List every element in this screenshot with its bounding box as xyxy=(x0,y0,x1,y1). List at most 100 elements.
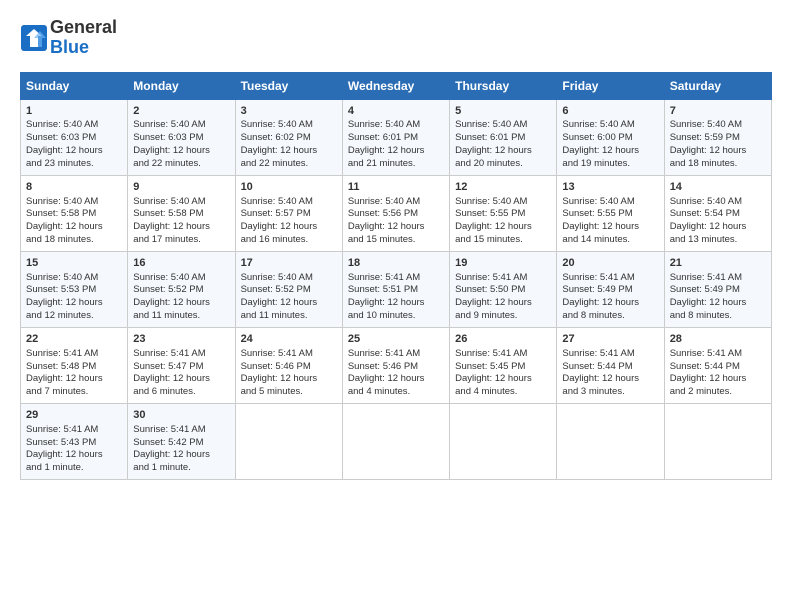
day-info-line: Sunset: 5:53 PM xyxy=(26,284,122,297)
logo: General Blue xyxy=(20,18,117,58)
day-info-line: Sunrise: 5:40 AM xyxy=(241,119,337,132)
day-number: 13 xyxy=(562,180,658,195)
col-header-friday: Friday xyxy=(557,72,664,99)
calendar-cell xyxy=(664,403,771,479)
calendar-cell: 7Sunrise: 5:40 AMSunset: 5:59 PMDaylight… xyxy=(664,99,771,175)
day-info-line: Sunset: 5:56 PM xyxy=(348,208,444,221)
day-info-line: Sunrise: 5:41 AM xyxy=(455,272,551,285)
day-number: 11 xyxy=(348,180,444,195)
day-info-line: and 11 minutes. xyxy=(241,310,337,323)
calendar-cell: 1Sunrise: 5:40 AMSunset: 6:03 PMDaylight… xyxy=(21,99,128,175)
day-info-line: Sunset: 5:43 PM xyxy=(26,437,122,450)
day-info-line: and 19 minutes. xyxy=(562,158,658,171)
day-info-line: Sunset: 6:01 PM xyxy=(455,132,551,145)
day-info-line: Sunrise: 5:41 AM xyxy=(670,272,766,285)
calendar-cell: 3Sunrise: 5:40 AMSunset: 6:02 PMDaylight… xyxy=(235,99,342,175)
day-info-line: and 9 minutes. xyxy=(455,310,551,323)
calendar-cell: 9Sunrise: 5:40 AMSunset: 5:58 PMDaylight… xyxy=(128,175,235,251)
day-info-line: Daylight: 12 hours xyxy=(26,297,122,310)
day-info-line: Sunrise: 5:41 AM xyxy=(133,424,229,437)
day-number: 5 xyxy=(455,104,551,119)
calendar-cell: 21Sunrise: 5:41 AMSunset: 5:49 PMDayligh… xyxy=(664,251,771,327)
day-number: 18 xyxy=(348,256,444,271)
day-info-line: Daylight: 12 hours xyxy=(241,297,337,310)
day-info-line: Sunset: 6:01 PM xyxy=(348,132,444,145)
day-info-line: Daylight: 12 hours xyxy=(455,221,551,234)
day-info-line: Daylight: 12 hours xyxy=(455,145,551,158)
calendar-cell: 4Sunrise: 5:40 AMSunset: 6:01 PMDaylight… xyxy=(342,99,449,175)
day-number: 14 xyxy=(670,180,766,195)
day-info-line: Sunrise: 5:40 AM xyxy=(26,272,122,285)
day-info-line: Sunset: 5:58 PM xyxy=(133,208,229,221)
day-info-line: Sunset: 5:55 PM xyxy=(562,208,658,221)
day-info-line: and 11 minutes. xyxy=(133,310,229,323)
day-info-line: Sunset: 5:44 PM xyxy=(562,361,658,374)
day-info-line: Sunrise: 5:41 AM xyxy=(348,272,444,285)
day-info-line: Daylight: 12 hours xyxy=(348,297,444,310)
day-number: 2 xyxy=(133,104,229,119)
day-number: 21 xyxy=(670,256,766,271)
logo-line2: Blue xyxy=(50,37,89,57)
calendar-cell: 6Sunrise: 5:40 AMSunset: 6:00 PMDaylight… xyxy=(557,99,664,175)
day-number: 26 xyxy=(455,332,551,347)
day-info-line: Sunset: 5:42 PM xyxy=(133,437,229,450)
day-info-line: and 21 minutes. xyxy=(348,158,444,171)
day-info-line: Sunset: 5:49 PM xyxy=(562,284,658,297)
day-info-line: Daylight: 12 hours xyxy=(241,221,337,234)
day-info-line: Sunrise: 5:41 AM xyxy=(26,348,122,361)
calendar-cell: 8Sunrise: 5:40 AMSunset: 5:58 PMDaylight… xyxy=(21,175,128,251)
day-info-line: Sunrise: 5:41 AM xyxy=(562,348,658,361)
day-info-line: and 1 minute. xyxy=(133,462,229,475)
day-info-line: and 3 minutes. xyxy=(562,386,658,399)
day-info-line: Daylight: 12 hours xyxy=(26,449,122,462)
day-info-line: Sunset: 5:55 PM xyxy=(455,208,551,221)
logo-icon xyxy=(20,24,48,52)
day-number: 17 xyxy=(241,256,337,271)
day-info-line: and 1 minute. xyxy=(26,462,122,475)
day-info-line: Sunrise: 5:40 AM xyxy=(670,196,766,209)
day-info-line: Daylight: 12 hours xyxy=(348,221,444,234)
day-info-line: Sunset: 6:02 PM xyxy=(241,132,337,145)
day-info-line: Daylight: 12 hours xyxy=(670,221,766,234)
day-number: 6 xyxy=(562,104,658,119)
day-info-line: and 8 minutes. xyxy=(562,310,658,323)
day-info-line: Daylight: 12 hours xyxy=(26,145,122,158)
day-info-line: Sunrise: 5:40 AM xyxy=(26,119,122,132)
day-number: 22 xyxy=(26,332,122,347)
day-info-line: Daylight: 12 hours xyxy=(455,373,551,386)
day-info-line: Sunrise: 5:41 AM xyxy=(241,348,337,361)
calendar-cell: 25Sunrise: 5:41 AMSunset: 5:46 PMDayligh… xyxy=(342,327,449,403)
day-info-line: and 16 minutes. xyxy=(241,234,337,247)
calendar-cell: 23Sunrise: 5:41 AMSunset: 5:47 PMDayligh… xyxy=(128,327,235,403)
day-info-line: Daylight: 12 hours xyxy=(133,297,229,310)
day-info-line: Daylight: 12 hours xyxy=(26,373,122,386)
day-info-line: Sunrise: 5:40 AM xyxy=(562,196,658,209)
col-header-sunday: Sunday xyxy=(21,72,128,99)
calendar-cell: 17Sunrise: 5:40 AMSunset: 5:52 PMDayligh… xyxy=(235,251,342,327)
day-info-line: and 12 minutes. xyxy=(26,310,122,323)
day-info-line: Sunset: 5:46 PM xyxy=(241,361,337,374)
day-number: 12 xyxy=(455,180,551,195)
day-info-line: Sunrise: 5:40 AM xyxy=(241,272,337,285)
day-info-line: Daylight: 12 hours xyxy=(562,297,658,310)
calendar-cell: 19Sunrise: 5:41 AMSunset: 5:50 PMDayligh… xyxy=(450,251,557,327)
calendar-cell: 18Sunrise: 5:41 AMSunset: 5:51 PMDayligh… xyxy=(342,251,449,327)
day-info-line: Sunset: 5:51 PM xyxy=(348,284,444,297)
day-number: 25 xyxy=(348,332,444,347)
logo-line1: General xyxy=(50,18,117,38)
calendar-cell: 12Sunrise: 5:40 AMSunset: 5:55 PMDayligh… xyxy=(450,175,557,251)
day-info-line: Sunset: 5:52 PM xyxy=(241,284,337,297)
day-info-line: and 15 minutes. xyxy=(455,234,551,247)
day-number: 7 xyxy=(670,104,766,119)
day-info-line: and 8 minutes. xyxy=(670,310,766,323)
day-info-line: and 23 minutes. xyxy=(26,158,122,171)
day-info-line: Sunrise: 5:41 AM xyxy=(562,272,658,285)
day-info-line: and 5 minutes. xyxy=(241,386,337,399)
day-number: 27 xyxy=(562,332,658,347)
day-number: 4 xyxy=(348,104,444,119)
day-info-line: Sunrise: 5:41 AM xyxy=(670,348,766,361)
day-info-line: Daylight: 12 hours xyxy=(133,373,229,386)
calendar-cell xyxy=(557,403,664,479)
calendar-cell: 5Sunrise: 5:40 AMSunset: 6:01 PMDaylight… xyxy=(450,99,557,175)
day-info-line: and 4 minutes. xyxy=(348,386,444,399)
